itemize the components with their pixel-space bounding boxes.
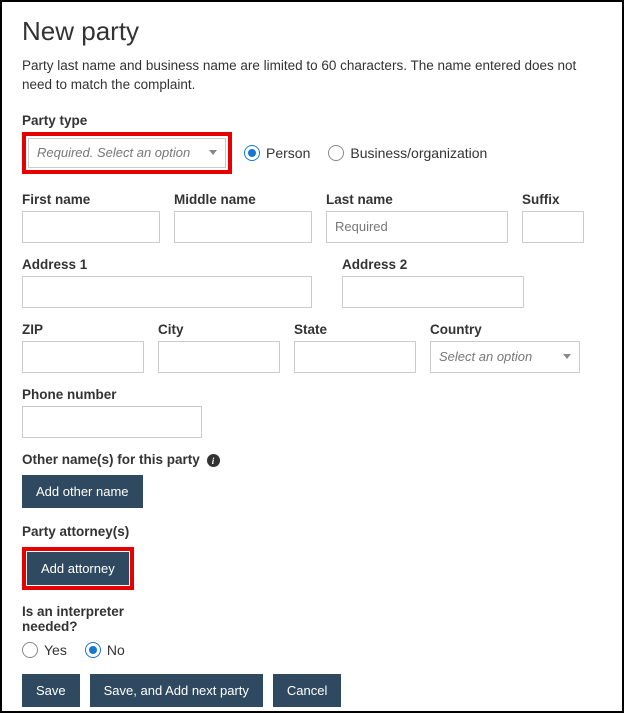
- middle-name-input[interactable]: [174, 211, 312, 243]
- address2-label: Address 2: [342, 257, 524, 272]
- country-select[interactable]: Select an option: [430, 341, 580, 373]
- party-type-radio-group: Person Business/organization: [244, 145, 487, 161]
- radio-business[interactable]: Business/organization: [328, 145, 487, 161]
- state-input[interactable]: [294, 341, 416, 373]
- radio-interpreter-no[interactable]: No: [85, 642, 125, 658]
- zip-input[interactable]: [22, 341, 144, 373]
- cancel-button[interactable]: Cancel: [273, 674, 341, 707]
- address1-input[interactable]: [22, 276, 312, 308]
- city-label: City: [158, 322, 280, 337]
- zip-label: ZIP: [22, 322, 144, 337]
- page-description: Party last name and business name are li…: [22, 57, 602, 95]
- country-label: Country: [430, 322, 580, 337]
- radio-interpreter-yes[interactable]: Yes: [22, 642, 67, 658]
- info-icon[interactable]: i: [207, 454, 220, 467]
- suffix-label: Suffix: [522, 192, 584, 207]
- chevron-down-icon: [209, 150, 217, 155]
- page-title: New party: [22, 16, 602, 47]
- save-button[interactable]: Save: [22, 674, 80, 707]
- save-and-add-next-button[interactable]: Save, and Add next party: [90, 674, 263, 707]
- phone-input[interactable]: [22, 406, 202, 438]
- radio-person-label: Person: [266, 145, 310, 161]
- middle-name-label: Middle name: [174, 192, 312, 207]
- add-attorney-highlight: Add attorney: [22, 547, 134, 590]
- chevron-down-icon: [563, 354, 571, 359]
- suffix-input[interactable]: [522, 211, 584, 243]
- state-label: State: [294, 322, 416, 337]
- other-names-label: Other name(s) for this party i: [22, 452, 602, 468]
- first-name-input[interactable]: [22, 211, 160, 243]
- party-type-placeholder: Required. Select an option: [37, 145, 190, 160]
- interpreter-label: Is an interpreter needed?: [22, 604, 152, 634]
- phone-label: Phone number: [22, 387, 202, 402]
- address2-input[interactable]: [342, 276, 524, 308]
- radio-person-input[interactable]: [244, 145, 260, 161]
- radio-yes-label: Yes: [44, 642, 67, 658]
- party-type-select[interactable]: Required. Select an option: [28, 138, 226, 168]
- last-name-label: Last name: [326, 192, 508, 207]
- radio-no-label: No: [107, 642, 125, 658]
- radio-business-input[interactable]: [328, 145, 344, 161]
- first-name-label: First name: [22, 192, 160, 207]
- last-name-input[interactable]: [326, 211, 508, 243]
- add-other-name-button[interactable]: Add other name: [22, 475, 143, 508]
- party-type-label: Party type: [22, 113, 602, 128]
- radio-yes-input[interactable]: [22, 642, 38, 658]
- country-placeholder: Select an option: [439, 349, 532, 364]
- radio-person[interactable]: Person: [244, 145, 310, 161]
- party-attorneys-label: Party attorney(s): [22, 524, 602, 539]
- radio-no-input[interactable]: [85, 642, 101, 658]
- add-attorney-button[interactable]: Add attorney: [27, 552, 129, 585]
- city-input[interactable]: [158, 341, 280, 373]
- radio-business-label: Business/organization: [350, 145, 487, 161]
- interpreter-radio-group: Yes No: [22, 642, 602, 658]
- address1-label: Address 1: [22, 257, 312, 272]
- party-type-highlight: Required. Select an option: [22, 132, 232, 174]
